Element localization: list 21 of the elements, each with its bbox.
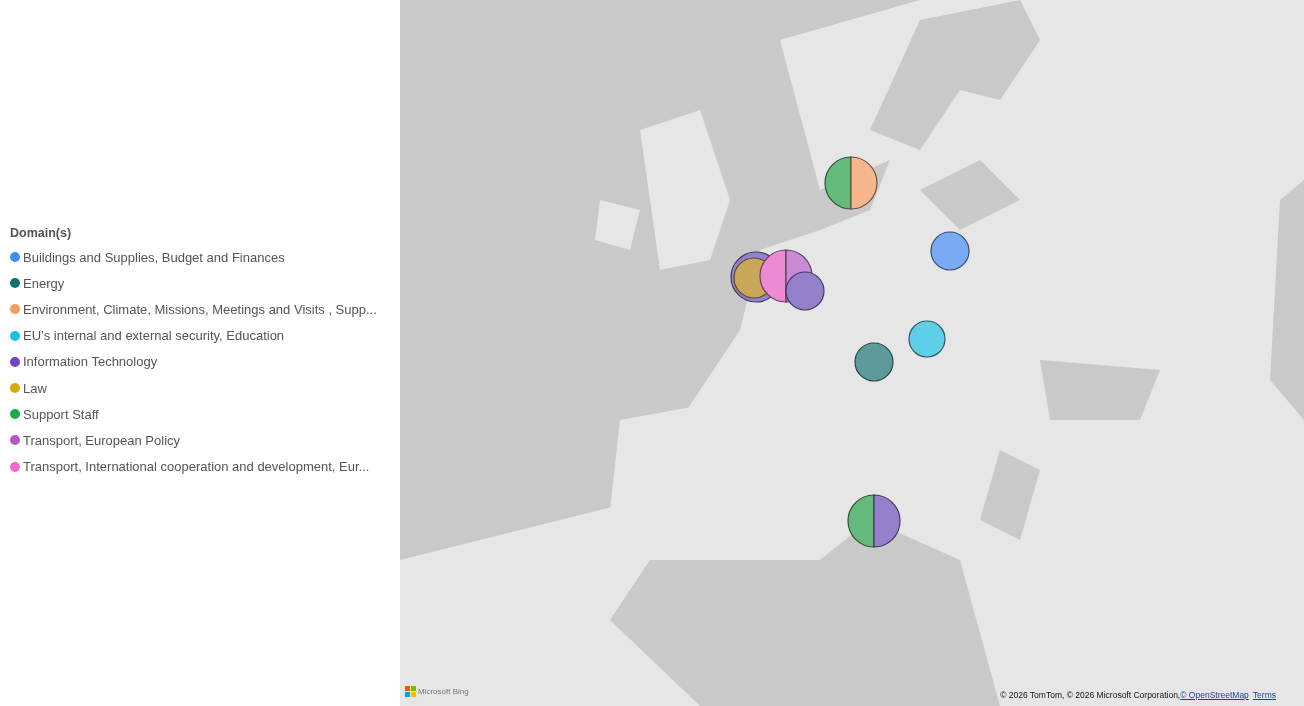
attribution-link[interactable]: © OpenStreetMap: [1180, 690, 1249, 700]
legend-label[interactable]: Transport, International cooperation and development, Eur...: [23, 459, 370, 475]
attribution-link[interactable]: Terms: [1252, 690, 1276, 700]
legend-label[interactable]: Transport, European Policy: [23, 432, 181, 448]
pie-marker[interactable]: [785, 271, 825, 311]
legend-label[interactable]: Information Technology: [23, 354, 158, 370]
legend-title: Domain(s): [10, 226, 73, 240]
legend-label[interactable]: Environment, Climate, Missions, Meetings and Visits , Supp...: [23, 301, 377, 317]
pie-marker[interactable]: [824, 156, 878, 210]
attribution-text: © 2026 TomTom, © 2026 Microsoft Corporation,: [1000, 690, 1181, 700]
legend-label[interactable]: Law: [23, 380, 47, 396]
legend-label[interactable]: Buildings and Supplies, Budget and Finances: [23, 249, 285, 265]
windows-logo-icon: [405, 686, 416, 697]
pie-marker[interactable]: [847, 494, 901, 548]
pie-marker[interactable]: [908, 320, 946, 358]
logo-text: Microsoft Bing: [418, 687, 469, 696]
legend-label[interactable]: Support Staff: [23, 406, 99, 422]
pie-marker[interactable]: [854, 342, 894, 382]
legend-label[interactable]: Energy: [23, 275, 65, 291]
legend-label[interactable]: EU’s internal and external security, Education: [23, 328, 285, 344]
pie-marker[interactable]: [930, 231, 970, 271]
